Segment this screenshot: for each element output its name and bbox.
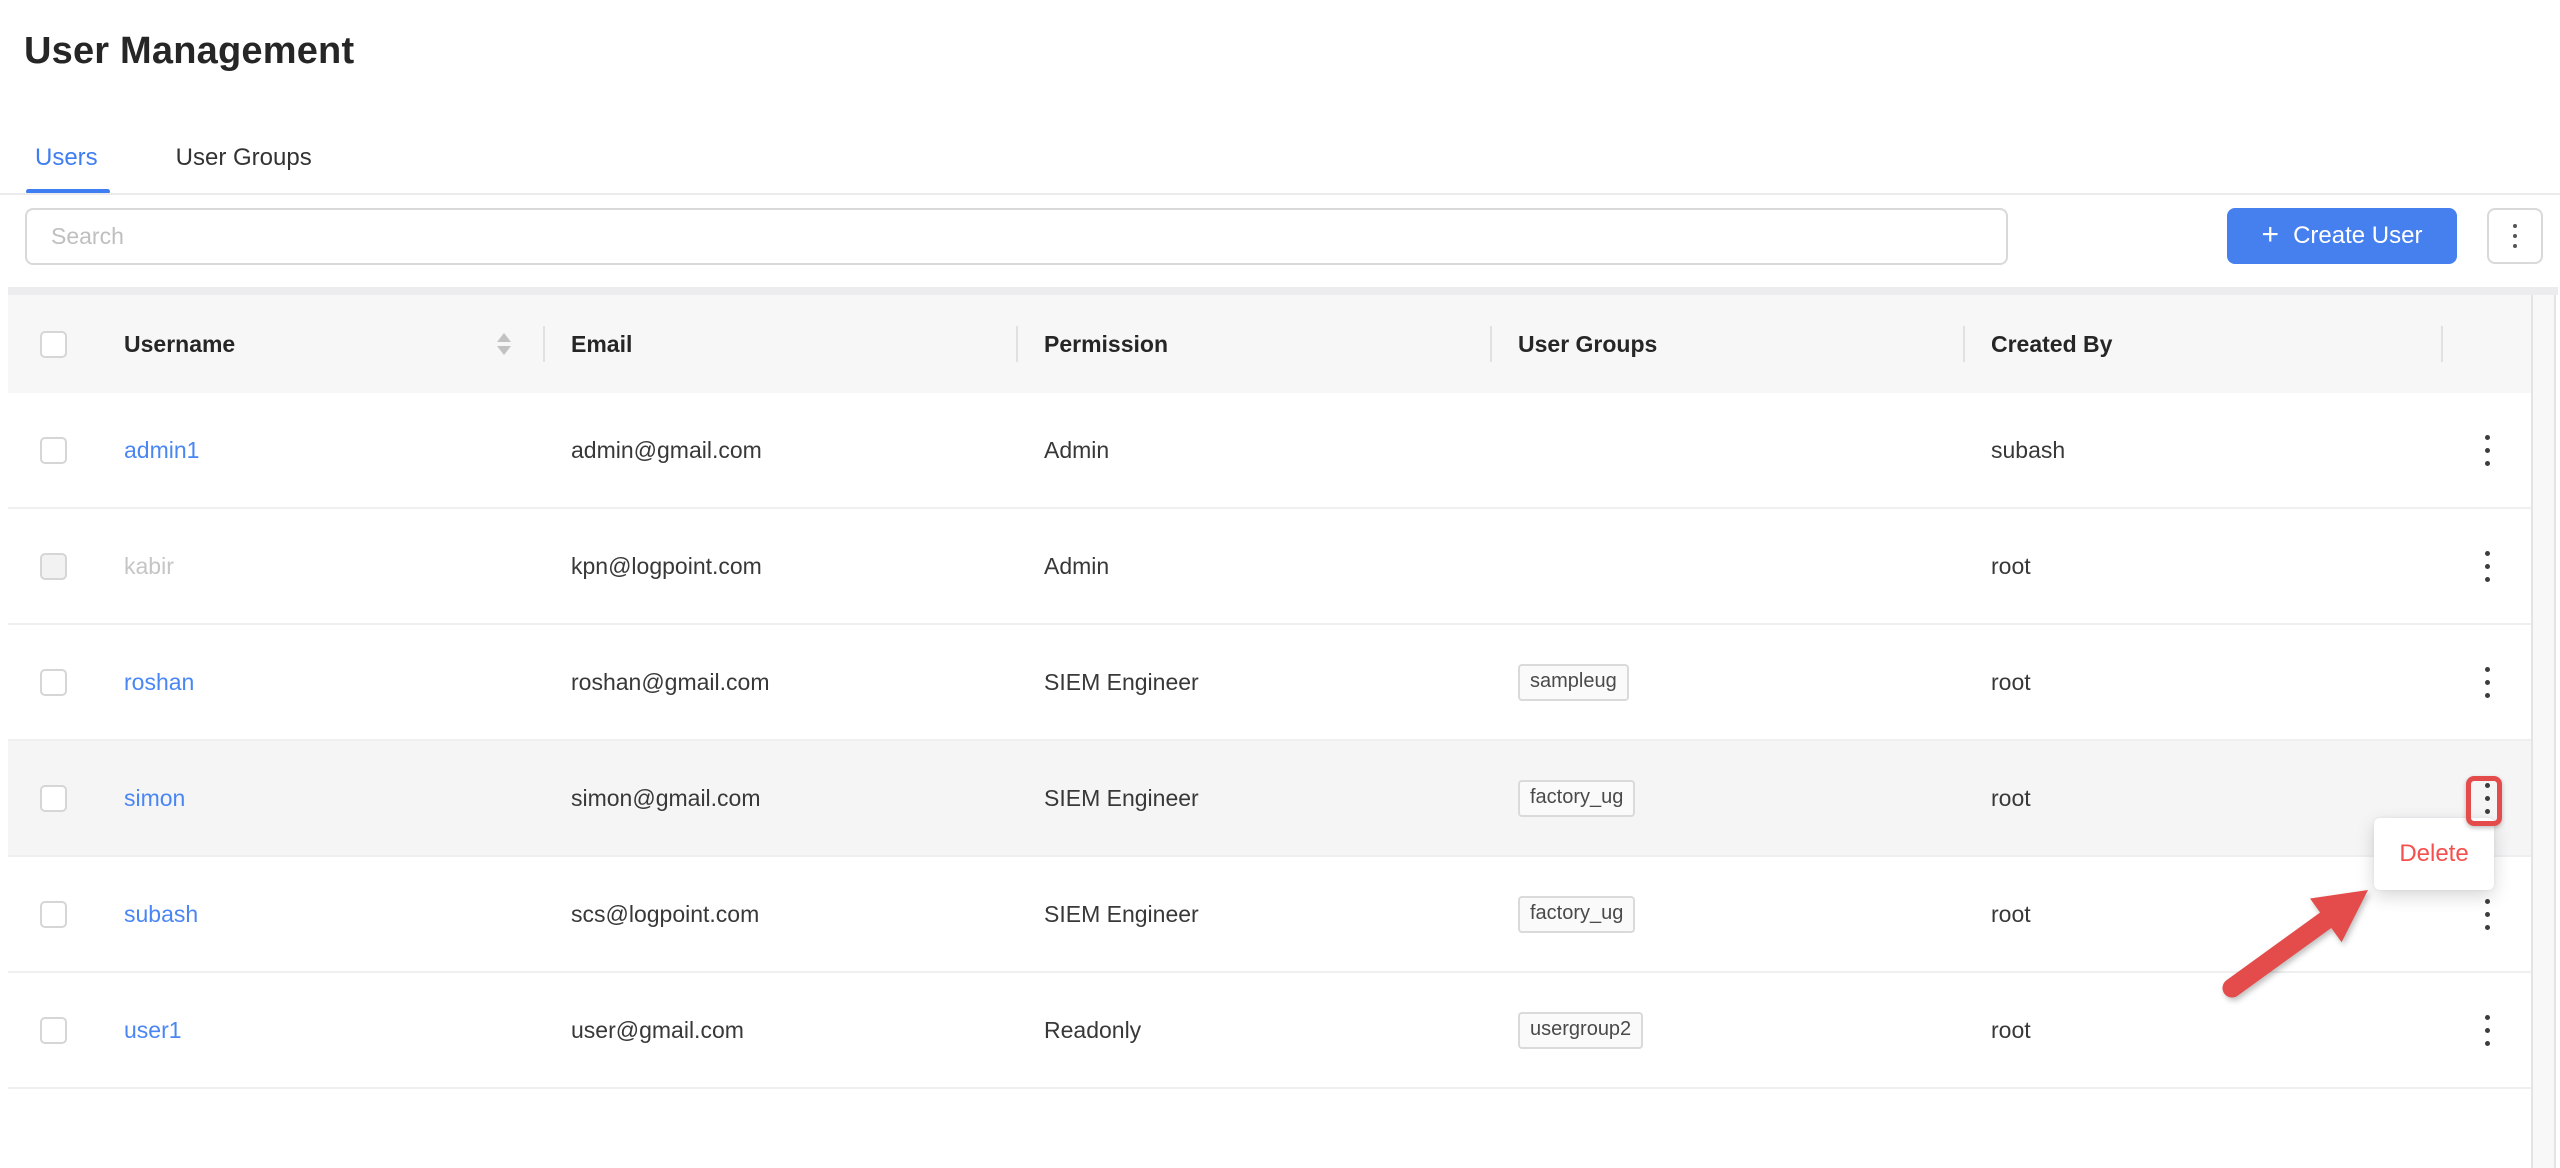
table-options-button[interactable] [2487, 208, 2543, 264]
page-title: User Management [24, 30, 354, 73]
email-cell: simon@gmail.com [545, 785, 1018, 812]
permission-cell: SIEM Engineer [1018, 901, 1492, 928]
column-header-user-groups: User Groups [1492, 295, 1965, 393]
column-header-username-label: Username [124, 331, 235, 358]
created-by-cell: subash [1965, 437, 2443, 464]
tab-bar-divider [0, 193, 2560, 195]
row-checkbox[interactable] [40, 901, 67, 928]
column-header-permission: Permission [1018, 295, 1492, 393]
username-link[interactable]: user1 [124, 1017, 182, 1043]
create-user-label: Create User [2293, 222, 2422, 250]
email-cell: scs@logpoint.com [545, 901, 1018, 928]
username-link[interactable]: simon [124, 785, 185, 811]
username-link: kabir [124, 553, 174, 579]
row-checkbox[interactable] [40, 1017, 67, 1044]
email-cell: admin@gmail.com [545, 437, 1018, 464]
column-header-email-label: Email [571, 331, 632, 358]
user-groups-cell: factory_ug [1492, 896, 1965, 933]
created-by-cell: root [1965, 901, 2443, 928]
row-checkbox [40, 553, 67, 580]
email-cell: kpn@logpoint.com [545, 553, 1018, 580]
row-checkbox[interactable] [40, 669, 67, 696]
caret-down-icon [497, 346, 511, 355]
table-top-border [8, 287, 2558, 295]
table-scrollbar-gutter[interactable] [2531, 295, 2556, 1168]
permission-cell: Admin [1018, 553, 1492, 580]
tab-user-groups[interactable]: User Groups [176, 144, 312, 194]
users-table: Username Email Permission User Groups Cr… [8, 295, 2531, 1089]
table-row: user1 user@gmail.com Readonly usergroup2… [8, 973, 2531, 1089]
select-all-checkbox[interactable] [40, 331, 67, 358]
kebab-icon [2513, 224, 2517, 248]
user-group-tag: factory_ug [1518, 780, 1635, 817]
table-row: subash scs@logpoint.com SIEM Engineer fa… [8, 857, 2531, 973]
table-row: simon simon@gmail.com SIEM Engineer fact… [8, 741, 2531, 857]
permission-cell: SIEM Engineer [1018, 785, 1492, 812]
permission-cell: SIEM Engineer [1018, 669, 1492, 696]
row-actions-kebab-icon[interactable] [2471, 541, 2504, 592]
user-groups-cell: sampleug [1492, 664, 1965, 701]
table-body: admin1 admin@gmail.com Admin subash kabi… [8, 393, 2531, 1089]
table-row: roshan roshan@gmail.com SIEM Engineer sa… [8, 625, 2531, 741]
plus-icon: + [2262, 220, 2280, 250]
column-header-permission-label: Permission [1044, 331, 1168, 358]
user-group-tag: factory_ug [1518, 896, 1635, 933]
created-by-cell: root [1965, 669, 2443, 696]
row-checkbox[interactable] [40, 437, 67, 464]
table-header-row: Username Email Permission User Groups Cr… [8, 295, 2531, 393]
sort-icon[interactable] [497, 333, 511, 355]
create-user-button[interactable]: + Create User [2227, 208, 2457, 264]
row-actions-kebab-icon[interactable] [2471, 425, 2504, 476]
created-by-cell: root [1965, 785, 2443, 812]
caret-up-icon [497, 333, 511, 342]
column-header-email: Email [545, 295, 1018, 393]
user-group-tag: usergroup2 [1518, 1012, 1643, 1049]
row-checkbox[interactable] [40, 785, 67, 812]
username-link[interactable]: admin1 [124, 437, 199, 463]
user-groups-cell: usergroup2 [1492, 1012, 1965, 1049]
row-actions-kebab-icon[interactable] [2471, 889, 2504, 940]
created-by-cell: root [1965, 1017, 2443, 1044]
search-input[interactable] [25, 208, 2008, 265]
tab-users-label: Users [35, 144, 98, 171]
user-management-page: User Management Users User Groups + Crea… [0, 0, 2560, 1168]
email-cell: user@gmail.com [545, 1017, 1018, 1044]
created-by-cell: root [1965, 553, 2443, 580]
row-context-menu: Delete [2374, 818, 2494, 890]
context-menu-item-delete[interactable]: Delete [2399, 840, 2468, 868]
user-group-tag: sampleug [1518, 664, 1629, 701]
email-cell: roshan@gmail.com [545, 669, 1018, 696]
column-header-username: Username [98, 295, 545, 393]
permission-cell: Readonly [1018, 1017, 1492, 1044]
permission-cell: Admin [1018, 437, 1492, 464]
tab-users[interactable]: Users [35, 144, 98, 194]
annotation-highlight-box [2466, 776, 2502, 826]
tab-user-groups-label: User Groups [176, 144, 312, 171]
column-header-user-groups-label: User Groups [1518, 331, 1657, 358]
column-header-actions [2443, 295, 2531, 393]
table-row: admin1 admin@gmail.com Admin subash [8, 393, 2531, 509]
column-header-created-by-label: Created By [1991, 331, 2112, 358]
tab-bar: Users User Groups [35, 144, 312, 194]
user-groups-cell: factory_ug [1492, 780, 1965, 817]
column-header-created-by: Created By [1965, 295, 2443, 393]
row-actions-kebab-icon[interactable] [2471, 1005, 2504, 1056]
table-row: kabir kpn@logpoint.com Admin root [8, 509, 2531, 625]
username-link[interactable]: subash [124, 901, 198, 927]
row-actions-kebab-icon[interactable] [2471, 657, 2504, 708]
username-link[interactable]: roshan [124, 669, 194, 695]
